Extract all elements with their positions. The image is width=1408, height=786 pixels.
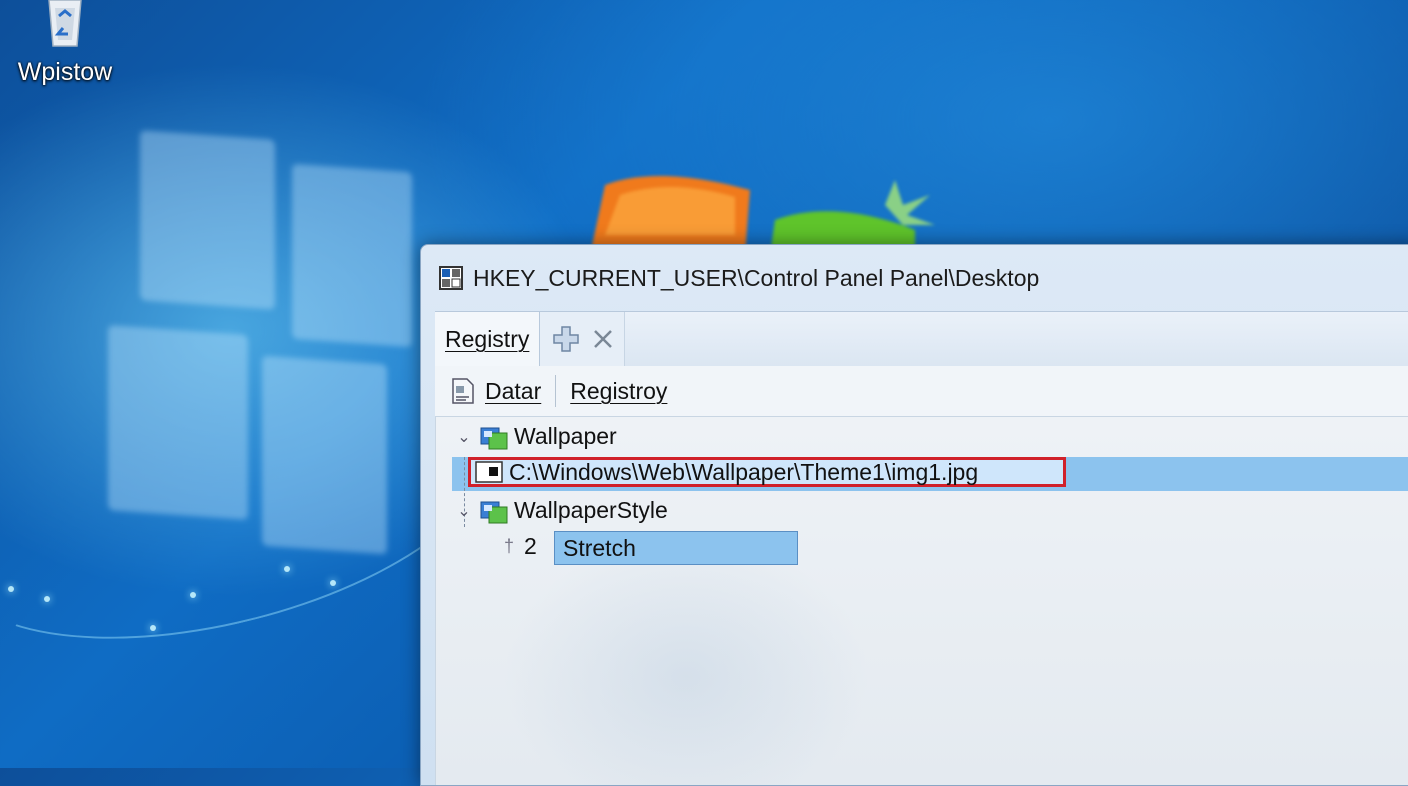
registry-tree-pane: ⌄ Wallpaper C:\Windows\Web\Wallpaper\The… bbox=[435, 417, 1408, 785]
add-icon[interactable] bbox=[550, 325, 582, 353]
regedit-window-icon bbox=[439, 266, 463, 290]
recycle-bin-icon bbox=[48, 0, 82, 47]
datar-label: Datar bbox=[485, 377, 542, 404]
wallpaper-sparkle bbox=[8, 586, 14, 592]
tree-key-wallpaperstyle[interactable]: ⌄ WallpaperStyle bbox=[454, 497, 668, 524]
wallpaperstyle-value-text: Stretch bbox=[563, 534, 636, 561]
wallpaper-sparkle bbox=[330, 580, 336, 586]
window-title: HKEY_CURRENT_USER\Control Panel Panel\De… bbox=[473, 264, 1040, 291]
wallpaper-sparkle bbox=[44, 596, 50, 602]
tree-key-wallpaper[interactable]: ⌄ Wallpaper bbox=[454, 423, 617, 450]
close-icon[interactable] bbox=[592, 328, 614, 350]
wallpaper-sparkle bbox=[190, 592, 196, 598]
document-icon bbox=[452, 378, 474, 404]
registroy-label: Registroy bbox=[570, 377, 668, 404]
wallpaperstyle-value-field[interactable]: Stretch bbox=[554, 531, 798, 565]
tab-label: Registry bbox=[445, 325, 530, 352]
toolbar: Datar Registroy bbox=[435, 366, 1408, 417]
registry-window: HKEY_CURRENT_USER\Control Panel Panel\De… bbox=[420, 244, 1408, 786]
desktop-icon-recycle-bin[interactable]: Wpistow bbox=[6, 0, 124, 100]
chevron-down-icon[interactable]: ⌄ bbox=[454, 427, 474, 447]
registry-key-icon bbox=[480, 427, 508, 449]
wallpaper-sparkle bbox=[150, 625, 156, 631]
registry-key-icon bbox=[480, 501, 508, 523]
windows-flag-graphic bbox=[590, 175, 935, 255]
tab-strip: Registry bbox=[435, 311, 1408, 367]
tab-registry[interactable]: Registry bbox=[435, 312, 541, 366]
chevron-down-icon[interactable]: ⌄ bbox=[454, 501, 474, 521]
value-index: 2 bbox=[524, 533, 537, 559]
wallpaper-path-text: C:\Windows\Web\Wallpaper\Theme1\img1.jpg bbox=[509, 458, 979, 485]
tree-key-label: Wallpaper bbox=[514, 423, 617, 449]
wallpaperstyle-value-row: † 2 bbox=[504, 533, 537, 560]
value-icon bbox=[475, 461, 503, 483]
wallpaper-logo-pane bbox=[292, 163, 412, 348]
window-titlebar[interactable]: HKEY_CURRENT_USER\Control Panel Panel\De… bbox=[421, 245, 1408, 311]
desktop-icon-label: Wpistow bbox=[17, 58, 113, 86]
registroy-button[interactable]: Registroy bbox=[570, 378, 679, 405]
toolbar-separator bbox=[555, 375, 557, 407]
wallpaper-path-value-highlighted[interactable]: C:\Windows\Web\Wallpaper\Theme1\img1.jpg bbox=[468, 457, 1066, 487]
tab-tools bbox=[540, 312, 626, 366]
tree-branch-icon: † bbox=[504, 536, 515, 556]
wallpaper-logo-pane bbox=[140, 130, 275, 310]
tree-key-label: WallpaperStyle bbox=[514, 497, 668, 523]
wallpaper-sparkle bbox=[284, 566, 290, 572]
datar-button[interactable]: Datar bbox=[451, 377, 553, 405]
